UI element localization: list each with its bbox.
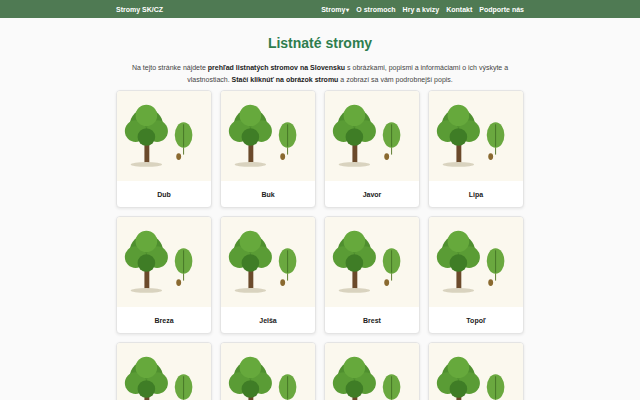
tree-card[interactable]: Lipa: [428, 90, 524, 208]
tree-icon: [221, 91, 315, 181]
nav-item[interactable]: Stromy▾: [321, 6, 349, 13]
tree-name[interactable]: Dub: [117, 181, 211, 207]
tree-icon: [221, 217, 315, 307]
tree-card[interactable]: Jelša: [220, 216, 316, 334]
tree-card[interactable]: Brest: [324, 216, 420, 334]
tree-card[interactable]: Dub: [116, 90, 212, 208]
tree-image[interactable]: [117, 91, 211, 181]
tree-name[interactable]: Lipa: [429, 181, 523, 207]
tree-card[interactable]: [116, 342, 212, 400]
tree-name[interactable]: Jelša: [221, 307, 315, 333]
tree-name[interactable]: Breza: [117, 307, 211, 333]
tree-name[interactable]: Brest: [325, 307, 419, 333]
tree-grid: Dub Buk Javor Lipa Breza Jelša Brest Top…: [116, 90, 524, 400]
main-content: Listnaté stromy Na tejto stránke nájdete…: [116, 18, 524, 400]
tree-card[interactable]: [324, 342, 420, 400]
nav-menu: Stromy▾ O stromoch Hry a kvízy Kontakt Podpo…: [321, 6, 524, 13]
tree-card[interactable]: [428, 342, 524, 400]
tree-icon: [117, 91, 211, 181]
tree-icon: [429, 343, 523, 400]
tree-image[interactable]: [221, 217, 315, 307]
tree-icon: [429, 91, 523, 181]
nav-item[interactable]: Kontakt: [446, 6, 472, 13]
tree-image[interactable]: [325, 91, 419, 181]
tree-image[interactable]: [429, 343, 523, 400]
tree-name[interactable]: Javor: [325, 181, 419, 207]
tree-image[interactable]: [117, 343, 211, 400]
navbar: Stromy SK/CZ Stromy▾ O stromoch Hry a kvíz…: [0, 0, 640, 18]
tree-image[interactable]: [325, 343, 419, 400]
tree-card[interactable]: [220, 342, 316, 400]
brand-link[interactable]: Stromy SK/CZ: [116, 6, 163, 13]
tree-icon: [117, 343, 211, 400]
intro-text: Na tejto stránke nájdete prehľad listnat…: [116, 62, 524, 86]
page-title: Listnaté stromy: [116, 34, 524, 52]
nav-item[interactable]: Hry a kvízy: [403, 6, 440, 13]
nav-item[interactable]: O stromoch: [356, 6, 395, 13]
tree-card[interactable]: Buk: [220, 90, 316, 208]
tree-image[interactable]: [429, 91, 523, 181]
tree-icon: [117, 217, 211, 307]
tree-name[interactable]: Buk: [221, 181, 315, 207]
tree-name[interactable]: Topoľ: [429, 307, 523, 333]
tree-image[interactable]: [221, 343, 315, 400]
tree-icon: [429, 217, 523, 307]
tree-card[interactable]: Topoľ: [428, 216, 524, 334]
tree-card[interactable]: Breza: [116, 216, 212, 334]
tree-image[interactable]: [117, 217, 211, 307]
tree-icon: [221, 343, 315, 400]
tree-image[interactable]: [221, 91, 315, 181]
caret-icon: ▾: [346, 7, 349, 13]
tree-card[interactable]: Javor: [324, 90, 420, 208]
tree-image[interactable]: [429, 217, 523, 307]
tree-icon: [325, 343, 419, 400]
tree-icon: [325, 217, 419, 307]
nav-item[interactable]: Podporte nás: [479, 6, 524, 13]
tree-icon: [325, 91, 419, 181]
tree-image[interactable]: [325, 217, 419, 307]
